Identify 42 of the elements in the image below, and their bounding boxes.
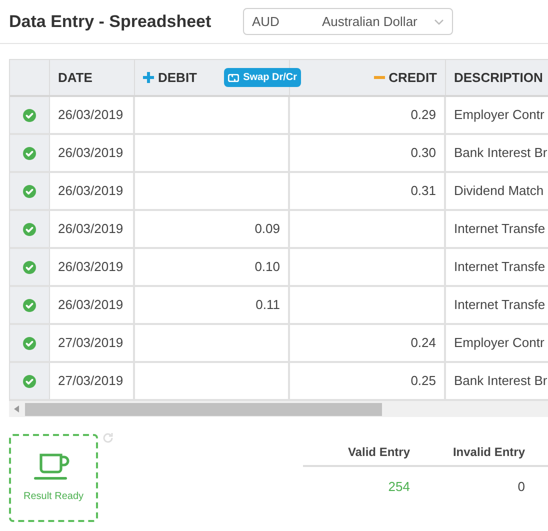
column-header: DESCRIPTION	[454, 68, 543, 87]
table-cell: 0.24	[290, 325, 446, 361]
summary-value: 254	[387, 478, 410, 496]
summary-header: Invalid Entry	[452, 444, 525, 461]
summary-value: 0	[516, 478, 525, 496]
page-title: Data Entry - Spreadsheet	[9, 10, 212, 33]
currency-select[interactable]: AUD Australian Dollar	[243, 8, 453, 35]
table-cell: 26/03/2019	[50, 97, 135, 133]
table-cell: 0.10	[135, 249, 290, 285]
table-cell: 26/03/2019	[50, 287, 135, 323]
table-cell: 0.30	[290, 135, 446, 171]
table-cell: 26/03/2019	[50, 211, 135, 247]
table-cell: Bank Interest Br	[446, 135, 548, 171]
minus-icon	[374, 76, 385, 79]
result-label: Result Ready	[23, 490, 84, 504]
table-cell: 0.25	[290, 363, 446, 399]
column-header: DEBIT	[158, 68, 197, 87]
table-cell: Internet Transfe	[446, 211, 548, 247]
horizontal-scrollbar[interactable]	[9, 401, 548, 417]
scrollbar-thumb[interactable]	[25, 402, 382, 416]
chevron-down-icon	[434, 18, 444, 24]
plus-icon	[143, 72, 154, 83]
swap-icon	[228, 74, 240, 82]
column-header: CREDIT	[388, 68, 437, 87]
table-cell: 0.09	[135, 211, 290, 247]
table-cell: 27/03/2019	[50, 363, 135, 399]
table-cell: Internet Transfe	[446, 249, 548, 285]
summary-header: Valid Entry	[346, 444, 410, 461]
table-cell: Employer Contr	[446, 325, 548, 361]
table-cell: 0.11	[135, 287, 290, 323]
table-cell: Bank Interest Br	[446, 363, 548, 399]
table-cell: Internet Transfe	[446, 287, 548, 323]
table-cell: 26/03/2019	[50, 249, 135, 285]
table-cell: 26/03/2019	[50, 135, 135, 171]
column-header: DATE	[58, 68, 92, 87]
table-cell: 27/03/2019	[50, 325, 135, 361]
table-cell: Dividend Match	[446, 173, 548, 209]
table-cell: 26/03/2019	[50, 173, 135, 209]
table-cell: 0.29	[290, 97, 446, 133]
table-cell: 0.31	[290, 173, 446, 209]
table-cell: Employer Contr	[446, 97, 548, 133]
refresh-icon[interactable]	[102, 432, 114, 444]
